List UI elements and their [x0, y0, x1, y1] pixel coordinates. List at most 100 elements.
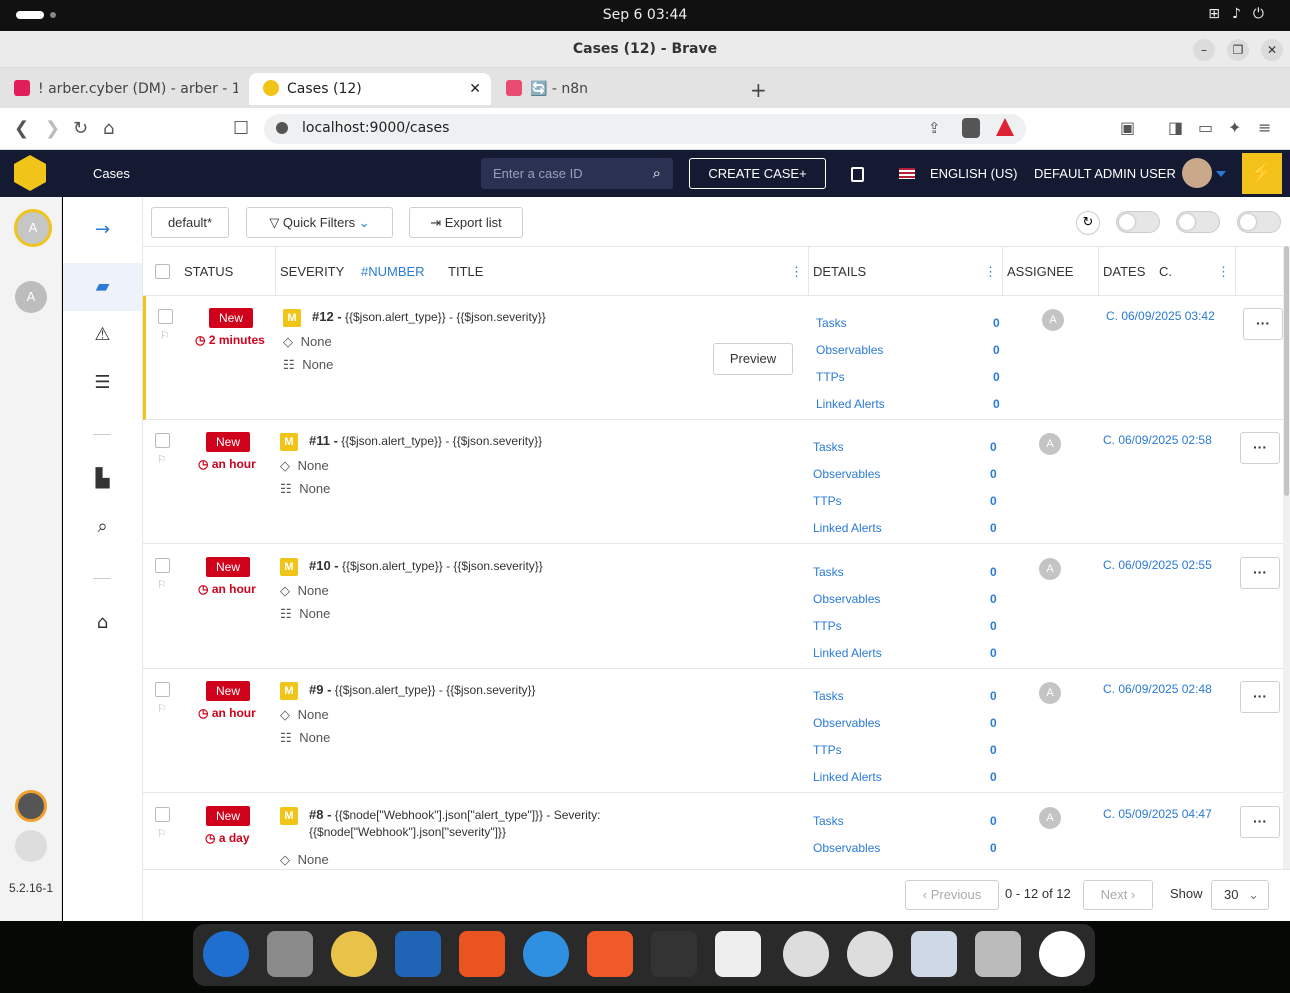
assignee-avatar[interactable]: A [1039, 682, 1061, 704]
table-row[interactable]: ⚐ New ◷ an hour M #11 - {{$json.alert_ty… [143, 420, 1283, 544]
brave-rewards-icon[interactable] [996, 118, 1014, 136]
search-icon[interactable]: ⌕ [653, 164, 661, 182]
back-icon[interactable]: ❮ [14, 118, 29, 139]
detail-tasks-link[interactable]: Tasks [813, 440, 844, 454]
org-avatar-active[interactable]: A [14, 209, 52, 247]
org-avatar[interactable]: A [15, 281, 47, 313]
floppy-icon[interactable] [911, 931, 957, 977]
detail-observables-link[interactable]: Observables [813, 841, 880, 855]
select-all-checkbox[interactable] [155, 264, 170, 279]
ubuntu-apps-icon[interactable] [1039, 931, 1085, 977]
detail-observables-link[interactable]: Observables [816, 343, 883, 357]
reload-icon[interactable]: ↻ [73, 118, 88, 139]
leo-icon[interactable]: ✦ [1228, 118, 1241, 137]
filters-toggle[interactable] [1237, 211, 1281, 233]
help-icon[interactable] [523, 931, 569, 977]
col-menu-icon[interactable]: ⋮ [1217, 264, 1230, 280]
writer-icon[interactable] [395, 931, 441, 977]
col-assignee[interactable]: ASSIGNEE [1007, 264, 1073, 279]
col-number[interactable]: #NUMBER [361, 264, 425, 279]
previous-button[interactable]: ‹ Previous [905, 880, 999, 910]
case-id-input[interactable] [481, 158, 641, 189]
created-date[interactable]: C. 06/09/2025 02:55 [1103, 558, 1212, 572]
detail-tasks-link[interactable]: Tasks [813, 814, 844, 828]
chevron-down-icon[interactable] [1216, 171, 1226, 177]
close-tab-icon[interactable]: ✕ [469, 73, 481, 105]
case-title-link[interactable]: #9 - {{$json.alert_type}} - {{$json.seve… [309, 682, 536, 697]
powershell-icon[interactable] [715, 931, 761, 977]
brave-icon[interactable] [587, 931, 633, 977]
flag-icon[interactable]: ⚐ [157, 453, 167, 466]
table-row[interactable]: ⚐ New ◷ an hour M #10 - {{$json.alert_ty… [143, 545, 1283, 669]
os-clock[interactable]: Sep 6 03:44 [0, 7, 1290, 23]
assignee-avatar[interactable]: A [1039, 433, 1061, 455]
nav-knowledge-icon[interactable]: ⌂ [63, 599, 142, 647]
detail-ttps-link[interactable]: TTPs [813, 619, 842, 633]
create-case-button[interactable]: CREATE CASE+ [689, 158, 826, 189]
created-date[interactable]: C. 06/09/2025 02:48 [1103, 682, 1212, 696]
preview-button[interactable]: Preview [713, 343, 793, 375]
home-icon[interactable]: ⌂ [103, 118, 114, 139]
detail-tasks-link[interactable]: Tasks [816, 316, 847, 330]
language-selector[interactable]: ENGLISH (US) [930, 166, 1017, 181]
created-date[interactable]: C. 06/09/2025 03:42 [1106, 309, 1215, 323]
detail-linked-link[interactable]: Linked Alerts [813, 646, 882, 660]
close-window-button[interactable]: ✕ [1261, 39, 1283, 61]
refresh-icon[interactable]: ↻ [1076, 211, 1100, 235]
detail-linked-link[interactable]: Linked Alerts [813, 521, 882, 535]
cortex-icon[interactable] [15, 790, 47, 822]
row-actions-button[interactable]: ··· [1240, 806, 1280, 838]
minimize-button[interactable]: – [1193, 39, 1215, 61]
detail-tasks-link[interactable]: Tasks [813, 689, 844, 703]
row-checkbox[interactable] [158, 309, 173, 324]
row-actions-button[interactable]: ··· [1243, 308, 1283, 340]
export-list-button[interactable]: ⇥ Export list [409, 207, 523, 238]
sidebar-toggle-icon[interactable]: ◨ [1168, 118, 1183, 137]
detail-ttps-link[interactable]: TTPs [813, 743, 842, 757]
tab-cases[interactable]: Cases (12) ✕ [249, 73, 491, 105]
forward-icon[interactable]: ❯ [45, 118, 60, 139]
disc-icon[interactable] [847, 931, 893, 977]
col-menu-icon[interactable]: ⋮ [984, 264, 997, 280]
menu-icon[interactable]: ≡ [1258, 118, 1271, 137]
nav-alerts-icon[interactable]: ⚠ [63, 311, 142, 359]
flag-icon[interactable]: ⚐ [157, 702, 167, 715]
disc-icon[interactable] [783, 931, 829, 977]
detail-observables-link[interactable]: Observables [813, 716, 880, 730]
row-checkbox[interactable] [155, 807, 170, 822]
flag-icon[interactable]: ⚐ [160, 329, 170, 342]
files-icon[interactable] [267, 931, 313, 977]
scrollbar-track[interactable] [1283, 246, 1290, 869]
quick-actions-button[interactable]: ⚡ [1242, 153, 1282, 194]
app-center-icon[interactable] [459, 931, 505, 977]
assignee-avatar[interactable]: A [1039, 558, 1061, 580]
detail-linked-link[interactable]: Linked Alerts [816, 397, 885, 411]
case-title-link[interactable]: #10 - {{$json.alert_type}} - {{$json.sev… [309, 558, 543, 573]
scrollbar-thumb[interactable] [1284, 246, 1289, 496]
docs-icon[interactable] [851, 167, 864, 182]
page-size-select[interactable]: 30 ⌄ [1211, 880, 1269, 910]
trash-icon[interactable] [975, 931, 1021, 977]
row-checkbox[interactable] [155, 433, 170, 448]
flag-icon[interactable]: ⚐ [157, 827, 167, 840]
filter-preset-button[interactable]: default* [151, 207, 229, 238]
site-info-icon[interactable] [276, 122, 288, 134]
expand-nav-icon[interactable]: → [63, 206, 142, 254]
thehive-logo[interactable] [14, 155, 46, 191]
tab-slack[interactable]: ! arber.cyber (DM) - arber - 1 ( [0, 73, 238, 105]
assignee-avatar[interactable]: A [1039, 807, 1061, 829]
nav-dashboards-icon[interactable]: ▙ [63, 455, 142, 503]
detail-observables-link[interactable]: Observables [813, 592, 880, 606]
row-actions-button[interactable]: ··· [1240, 557, 1280, 589]
url-text[interactable]: localhost:9000/cases [302, 120, 449, 136]
next-button[interactable]: Next › [1083, 880, 1153, 910]
row-actions-button[interactable]: ··· [1240, 432, 1280, 464]
row-checkbox[interactable] [155, 682, 170, 697]
detail-tasks-link[interactable]: Tasks [813, 565, 844, 579]
row-actions-button[interactable]: ··· [1240, 681, 1280, 713]
chat-icon[interactable] [15, 830, 47, 862]
detail-observables-link[interactable]: Observables [813, 467, 880, 481]
system-tray[interactable]: ⊞♪⏻ [1208, 6, 1276, 22]
auto-refresh-toggle[interactable] [1116, 211, 1160, 233]
user-menu[interactable]: DEFAULT ADMIN USER [1034, 166, 1176, 181]
